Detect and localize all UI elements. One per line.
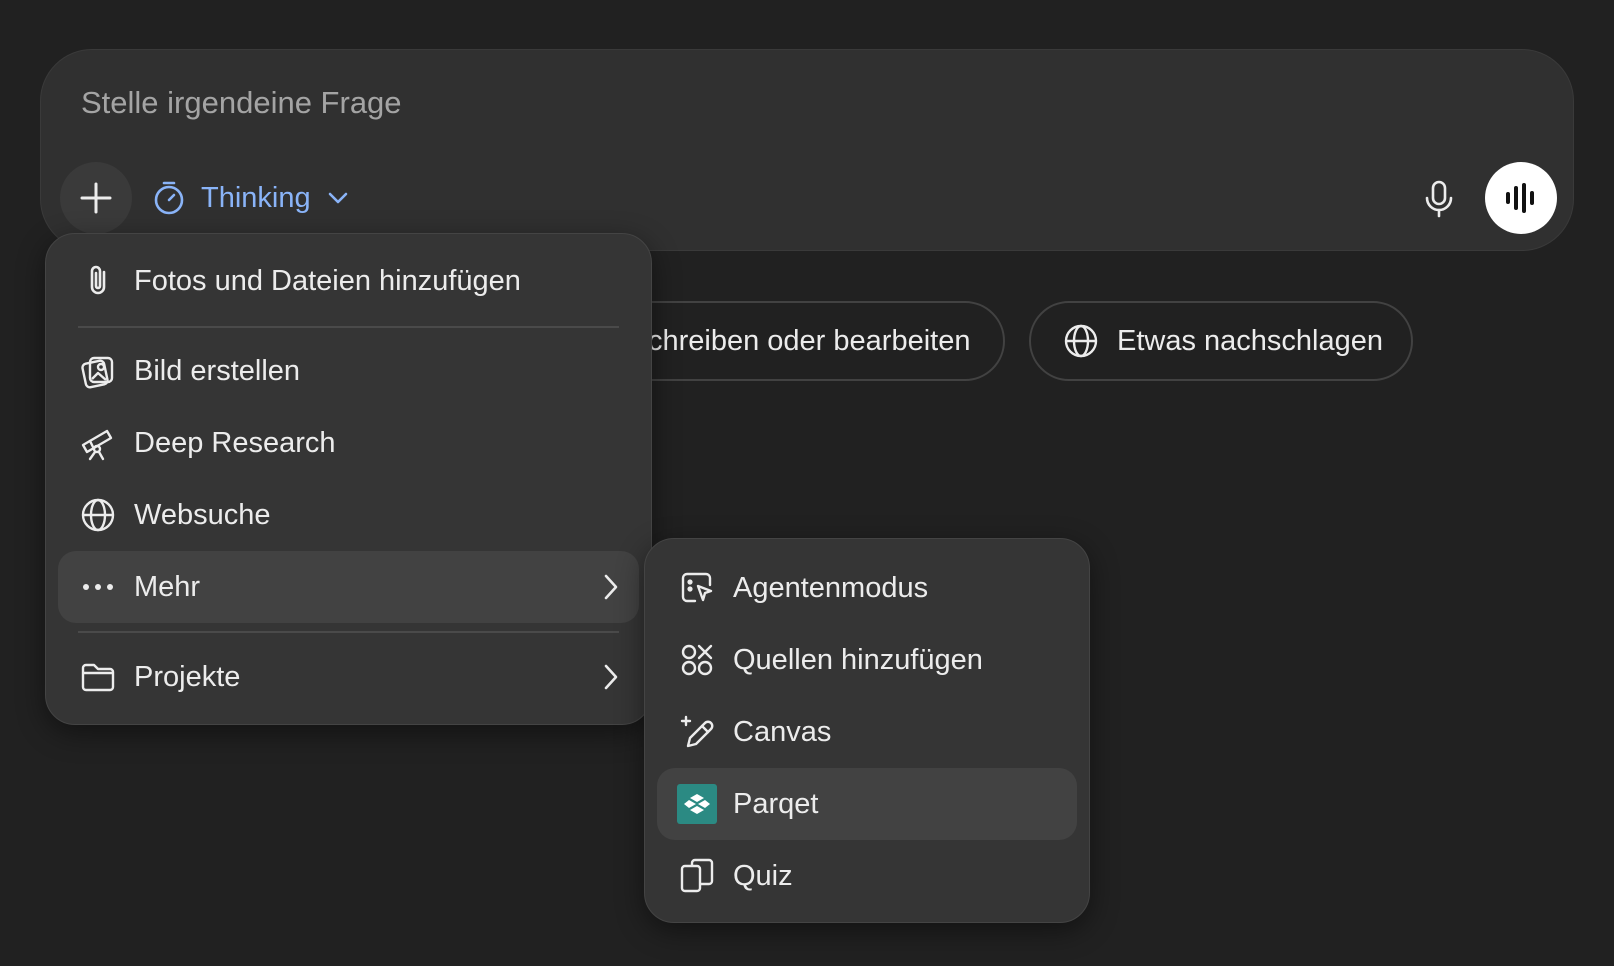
globe-icon [78, 495, 118, 535]
suggestion-chip-lookup[interactable]: Etwas nachschlagen [1029, 301, 1413, 381]
pencil-sparkle-icon [677, 712, 717, 752]
add-menu: Fotos und Dateien hinzufügen Bild erstel… [45, 233, 652, 725]
model-selector[interactable]: Thinking [151, 174, 349, 222]
cards-icon [677, 856, 717, 896]
agent-cursor-icon [677, 568, 717, 608]
folder-icon [78, 657, 118, 697]
plus-icon [79, 181, 113, 215]
suggestion-label: Etwas nachschlagen [1117, 324, 1383, 357]
submenu-item-label: Quellen hinzufügen [733, 643, 983, 676]
composer: Thinking [40, 49, 1574, 251]
globe-icon [1063, 323, 1099, 359]
menu-item-create-image[interactable]: Bild erstellen [58, 335, 639, 407]
submenu-item-label: Canvas [733, 715, 832, 748]
timer-icon [151, 180, 187, 216]
parqet-logo-icon [677, 784, 717, 824]
menu-item-label: Bild erstellen [134, 354, 301, 387]
add-button[interactable] [60, 162, 132, 234]
menu-item-more[interactable]: Mehr [58, 551, 639, 623]
menu-item-attach[interactable]: Fotos und Dateien hinzufügen [58, 245, 639, 317]
submenu-item-label: Agentenmodus [733, 571, 929, 604]
chevron-right-icon [603, 573, 619, 601]
menu-item-label: Websuche [134, 498, 271, 531]
submenu-item-label: Quiz [733, 859, 793, 892]
paperclip-icon [78, 261, 118, 301]
microphone-icon [1424, 180, 1454, 218]
dictate-button[interactable] [1415, 175, 1463, 223]
telescope-icon [78, 423, 118, 463]
menu-item-web-search[interactable]: Websuche [58, 479, 639, 551]
model-label: Thinking [201, 181, 311, 214]
suggestion-label: chreiben oder bearbeiten [648, 324, 971, 357]
voice-mode-button[interactable] [1485, 162, 1557, 234]
chevron-right-icon [603, 663, 619, 691]
voice-waveform-icon [1504, 183, 1538, 213]
connectors-icon [677, 640, 717, 680]
menu-item-deep-research[interactable]: Deep Research [58, 407, 639, 479]
image-create-icon [78, 351, 118, 391]
chevron-down-icon [327, 191, 349, 205]
submenu-item-label: Parqet [733, 787, 819, 820]
submenu-item-agent-mode[interactable]: Agentenmodus [657, 552, 1077, 624]
more-dots-icon [78, 567, 118, 607]
prompt-input[interactable] [79, 84, 1283, 122]
menu-item-label: Deep Research [134, 426, 336, 459]
submenu-item-quiz[interactable]: Quiz [657, 840, 1077, 912]
menu-item-label: Projekte [134, 660, 241, 693]
menu-divider [78, 326, 619, 328]
menu-item-projects[interactable]: Projekte [58, 641, 639, 713]
menu-item-label: Mehr [134, 570, 201, 603]
submenu-item-add-sources[interactable]: Quellen hinzufügen [657, 624, 1077, 696]
menu-divider [78, 631, 619, 633]
submenu-item-parqet[interactable]: Parqet [657, 768, 1077, 840]
menu-item-label: Fotos und Dateien hinzufügen [134, 264, 521, 297]
submenu-item-canvas[interactable]: Canvas [657, 696, 1077, 768]
more-submenu: Agentenmodus Quellen hinzufügen Canvas P… [644, 538, 1090, 923]
